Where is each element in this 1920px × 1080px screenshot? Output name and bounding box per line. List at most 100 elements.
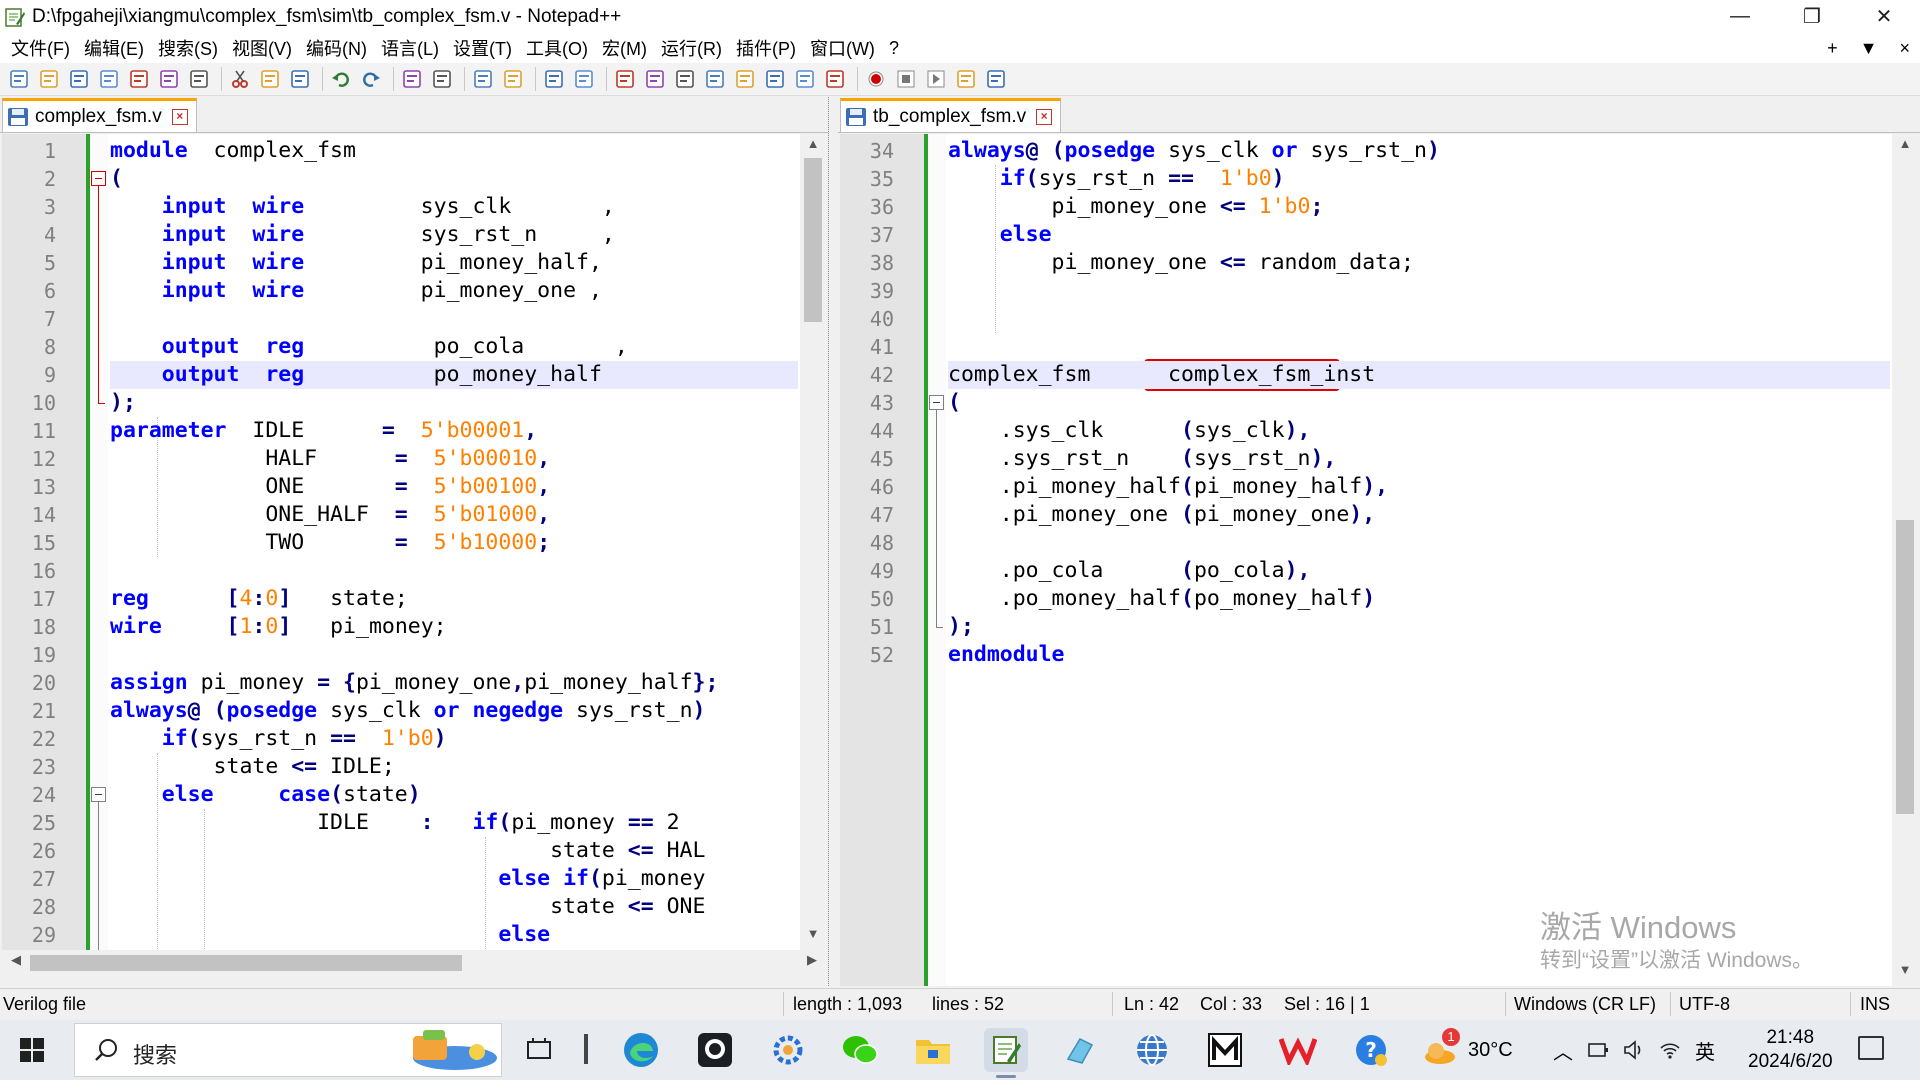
menu-view[interactable]: 视图(V)	[225, 35, 299, 61]
save-icon[interactable]	[66, 67, 91, 92]
record-macro-icon[interactable]	[863, 67, 888, 92]
code-line[interactable]: input wire pi_money_half,	[110, 249, 798, 277]
sync-v-icon[interactable]	[541, 67, 566, 92]
sync-h-icon[interactable]	[571, 67, 596, 92]
undo-icon[interactable]	[328, 67, 353, 92]
restore-button[interactable]: ❐	[1776, 0, 1848, 33]
weather-widget[interactable]: 1 30°C	[1422, 1020, 1513, 1080]
notepadpp-taskbar-icon[interactable]	[984, 1028, 1028, 1078]
task-view-icon[interactable]	[517, 1028, 561, 1072]
fold-collapse-icon[interactable]	[929, 395, 944, 410]
code-line[interactable]: .po_cola (po_cola),	[948, 557, 1890, 585]
code-line[interactable]	[948, 333, 1890, 361]
indent-guide-icon[interactable]	[672, 67, 697, 92]
file-explorer-icon[interactable]	[911, 1028, 955, 1072]
status-eol[interactable]: Windows (CR LF)	[1514, 994, 1656, 1015]
code-line[interactable]: (	[948, 389, 1890, 417]
code-line[interactable]: .sys_clk (sys_clk),	[948, 417, 1890, 445]
h-scroll-thumb[interactable]	[30, 955, 462, 971]
right-code-editor[interactable]: always@ (posedge sys_clk or sys_rst_n) i…	[840, 134, 1918, 986]
word-wrap-icon[interactable]	[612, 67, 637, 92]
vertical-scrollbar[interactable]: ▲ ▼	[1892, 134, 1918, 986]
edge-icon[interactable]	[619, 1028, 663, 1072]
network-globe-icon[interactable]	[1130, 1028, 1174, 1072]
taskbar-search-box[interactable]: 搜索	[74, 1023, 502, 1077]
code-line[interactable]: endmodule	[948, 641, 1890, 669]
show-all-chars-icon[interactable]	[642, 67, 667, 92]
code-line[interactable]: complex_fsm complex_fsm_inst	[948, 361, 1890, 389]
code-line[interactable]: else	[110, 921, 798, 949]
menu-macro[interactable]: 宏(M)	[595, 35, 654, 61]
folder-workspace-icon[interactable]	[762, 67, 787, 92]
code-line[interactable]: ONE_HALF = 5'b01000,	[110, 501, 798, 529]
horizontal-scrollbar[interactable]: ◀ ▶	[2, 950, 826, 976]
scroll-down-arrow-icon[interactable]: ▼	[800, 926, 826, 948]
print-icon[interactable]	[186, 67, 211, 92]
close-button[interactable]: ✕	[1848, 0, 1920, 33]
code-line[interactable]	[110, 557, 798, 585]
code-line[interactable]	[948, 305, 1890, 333]
code-line[interactable]: parameter IDLE = 5'b00001,	[110, 417, 798, 445]
code-line[interactable]: input wire sys_clk ,	[110, 193, 798, 221]
save-all-icon[interactable]	[96, 67, 121, 92]
tab-list-button[interactable]: ▼	[1860, 38, 1878, 59]
code-line[interactable]: else if(pi_money	[110, 865, 798, 893]
code-line[interactable]	[110, 305, 798, 333]
code-area[interactable]: always@ (posedge sys_clk or sys_rst_n) i…	[948, 134, 1890, 986]
code-line[interactable]: TWO = 5'b10000;	[110, 529, 798, 557]
scroll-right-arrow-icon[interactable]: ▶	[800, 952, 824, 968]
tray-chevron-up-icon[interactable]: ︿	[1553, 1036, 1573, 1065]
run-macro-multiple-icon[interactable]	[953, 67, 978, 92]
code-line[interactable]: );	[948, 613, 1890, 641]
code-line[interactable]: always@ (posedge sys_clk or sys_rst_n)	[948, 137, 1890, 165]
tray-battery-icon[interactable]	[1587, 1041, 1609, 1059]
menu-window[interactable]: 窗口(W)	[803, 35, 882, 61]
close-doc-button[interactable]: ×	[1899, 38, 1910, 59]
code-line[interactable]: if(sys_rst_n == 1'b0)	[110, 725, 798, 753]
scroll-up-arrow-icon[interactable]: ▲	[1892, 136, 1918, 158]
code-line[interactable]: if(sys_rst_n == 1'b0)	[948, 165, 1890, 193]
add-tab-button[interactable]: +	[1827, 38, 1838, 59]
code-line[interactable]: wire [1:0] pi_money;	[110, 613, 798, 641]
menu-edit[interactable]: 编辑(E)	[77, 35, 151, 61]
windows-start-icon[interactable]	[20, 1038, 45, 1063]
find-icon[interactable]	[399, 67, 424, 92]
tray-volume-icon[interactable]	[1623, 1040, 1645, 1060]
open-file-icon[interactable]	[36, 67, 61, 92]
code-line[interactable]: module complex_fsm	[110, 137, 798, 165]
menu-file[interactable]: 文件(F)	[4, 35, 77, 61]
code-line[interactable]: .po_money_half(po_money_half)	[948, 585, 1890, 613]
settings-gear-icon[interactable]	[766, 1028, 810, 1072]
scroll-thumb[interactable]	[804, 158, 822, 322]
code-line[interactable]: else case(state)	[110, 781, 798, 809]
paste-icon[interactable]	[287, 67, 312, 92]
redo-icon[interactable]	[358, 67, 383, 92]
code-line[interactable]	[948, 277, 1890, 305]
code-line[interactable]: .pi_money_one (pi_money_one),	[948, 501, 1890, 529]
menu-language[interactable]: 语言(L)	[374, 35, 446, 61]
vertical-scrollbar[interactable]: ▲ ▼	[800, 134, 826, 950]
tab-close-icon[interactable]: ×	[1036, 108, 1053, 125]
code-line[interactable]: state <= HAL	[110, 837, 798, 865]
menu-tools[interactable]: 工具(O)	[519, 35, 595, 61]
code-line[interactable]	[948, 529, 1890, 557]
code-line[interactable]: state <= IDLE;	[110, 753, 798, 781]
play-macro-icon[interactable]	[923, 67, 948, 92]
code-line[interactable]: ONE = 5'b00100,	[110, 473, 798, 501]
menu-search[interactable]: 搜索(S)	[151, 35, 225, 61]
code-line[interactable]: reg [4:0] state;	[110, 585, 798, 613]
github-icon[interactable]	[693, 1028, 737, 1072]
fold-collapse-icon[interactable]	[91, 787, 106, 802]
doc-map-icon[interactable]	[702, 67, 727, 92]
tab-close-icon[interactable]: ×	[171, 108, 188, 125]
scroll-left-arrow-icon[interactable]: ◀	[4, 952, 28, 968]
code-line[interactable]: else	[948, 221, 1890, 249]
code-line[interactable]: );	[110, 389, 798, 417]
stop-macro-icon[interactable]	[893, 67, 918, 92]
notification-center-icon[interactable]	[1858, 1036, 1884, 1060]
menu-encoding[interactable]: 编码(N)	[299, 35, 374, 61]
menu-help[interactable]: ?	[882, 38, 906, 59]
scroll-thumb[interactable]	[1896, 520, 1914, 814]
replace-icon[interactable]	[429, 67, 454, 92]
status-encoding[interactable]: UTF-8	[1679, 994, 1730, 1015]
